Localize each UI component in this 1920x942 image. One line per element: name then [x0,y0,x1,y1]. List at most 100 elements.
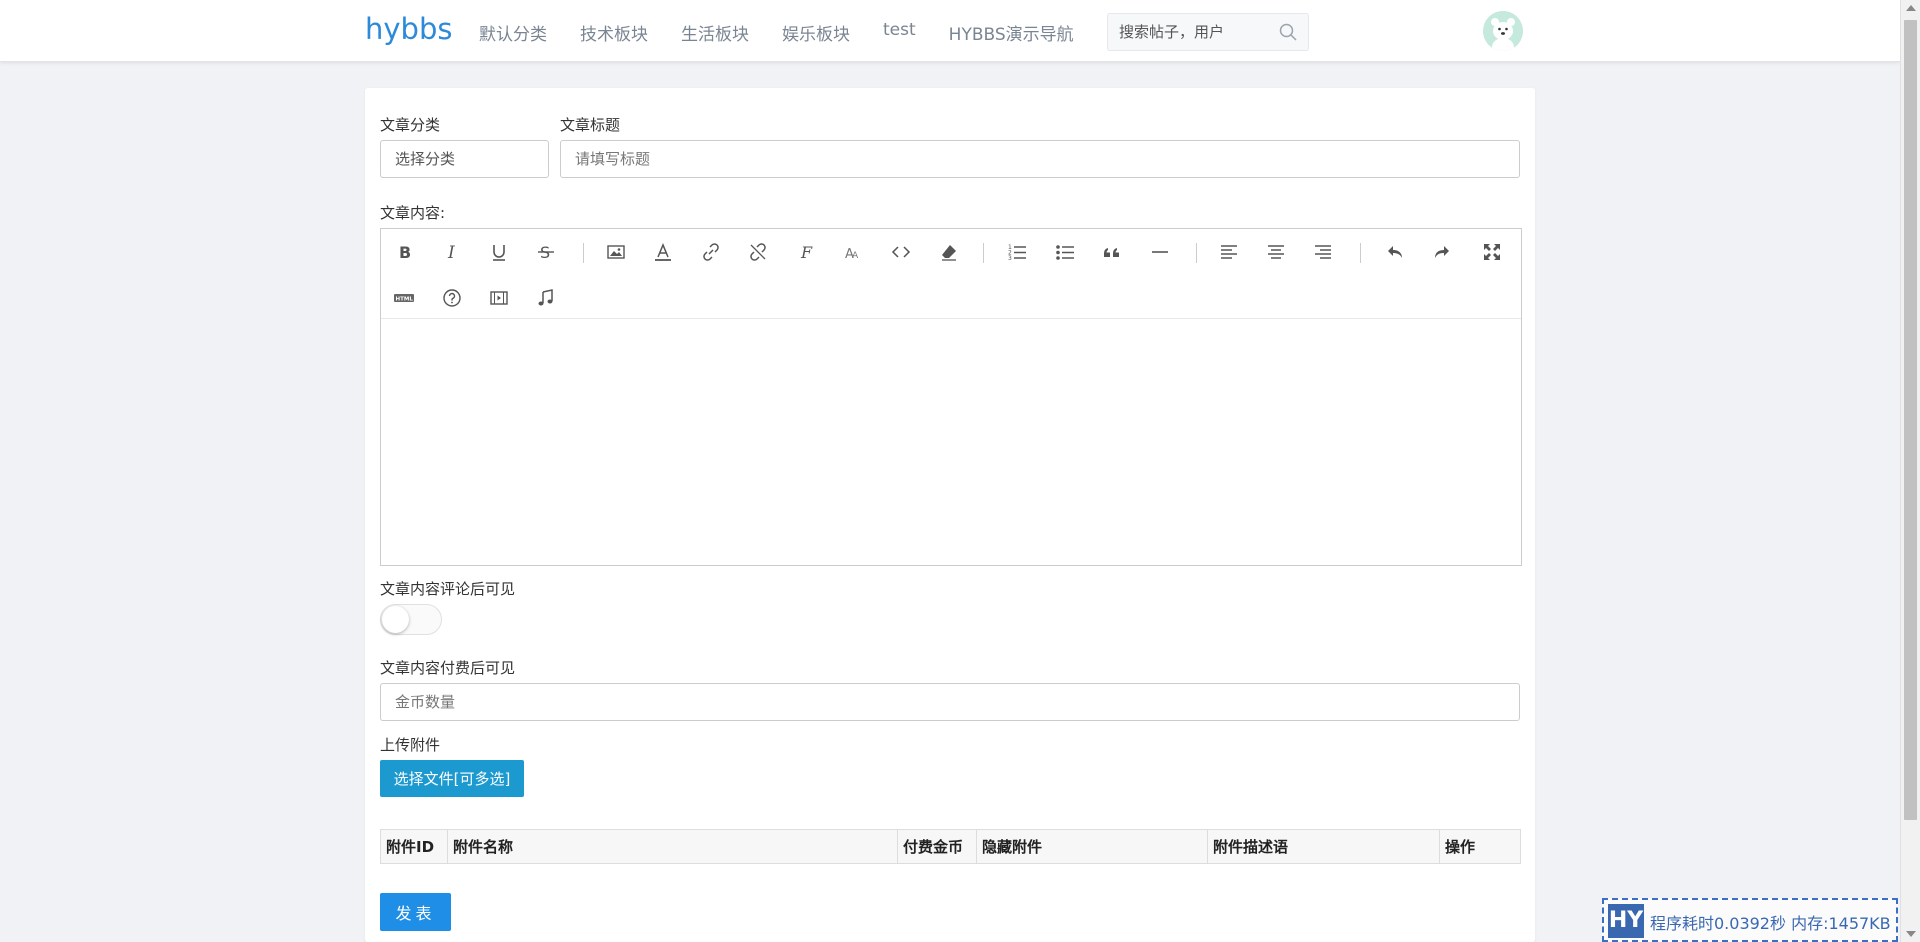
unlink-icon [750,243,766,261]
comment-visible-toggle[interactable] [380,604,442,635]
nav-item-life[interactable]: 生活板块 [681,20,749,45]
title-field-wrapper [560,140,1520,178]
undo-icon [1388,246,1402,258]
category-select[interactable]: 选择分类 [380,140,549,178]
debug-info-badge: HY 程序耗时0.0392秒 内存:1457KB [1602,898,1898,942]
code-icon [891,246,911,258]
image-icon [607,245,625,259]
code-button[interactable] [887,238,915,266]
navbar-container: hybbs 默认分类 技术板块 生活板块 娱乐板块 test HYBBS演示导航 [365,0,1525,62]
align-right-button[interactable] [1309,238,1337,266]
toolbar-divider [1196,243,1197,263]
svg-text:B: B [399,243,411,262]
svg-text:A: A [852,251,859,261]
unordered-list-icon [1056,245,1074,260]
scroll-down-arrow-icon[interactable] [1906,931,1916,937]
fullscreen-icon [1484,244,1500,260]
pay-visible-label: 文章内容付费后可见 [380,659,516,677]
video-icon [490,291,508,305]
insert-video-button[interactable] [485,284,513,312]
blockquote-button[interactable] [1098,238,1126,266]
html-source-button[interactable]: HTML [390,284,418,312]
toolbar-divider [1360,243,1361,263]
align-left-icon [1221,245,1237,259]
ordered-list-button[interactable]: 123 [1003,238,1031,266]
help-button[interactable] [438,284,466,312]
italic-button[interactable]: I [438,238,466,266]
category-select-value: 选择分类 [395,150,456,168]
nav-item-entertainment[interactable]: 娱乐板块 [782,20,850,45]
strikethrough-icon: S [538,243,554,262]
svg-text:F: F [800,243,813,262]
user-avatar[interactable] [1483,11,1523,51]
insert-music-button[interactable] [532,284,560,312]
bold-button[interactable]: B [390,238,418,266]
svg-text:3: 3 [1008,255,1012,262]
redo-button[interactable] [1428,238,1456,266]
nav-item-test[interactable]: test [883,20,916,45]
title-label: 文章标题 [560,116,621,134]
main-nav: 默认分类 技术板块 生活板块 娱乐板块 test HYBBS演示导航 [479,20,1107,45]
editor-toolbar: B I S F A A 1 2 3 HTML [381,229,1521,319]
unordered-list-button[interactable] [1051,238,1079,266]
font-family-icon: F [800,243,813,262]
underline-button[interactable] [485,238,513,266]
horizontal-rule-button[interactable] [1146,238,1174,266]
scroll-up-arrow-icon[interactable] [1906,5,1916,11]
nav-item-default-category[interactable]: 默认分类 [479,20,547,45]
upload-label: 上传附件 [380,736,441,754]
font-family-button[interactable]: F [792,238,820,266]
eraser-icon [942,245,956,261]
publish-button[interactable]: 发表 [380,893,451,931]
horizontal-rule-icon [1152,251,1168,253]
top-navbar: hybbs 默认分类 技术板块 生活板块 娱乐板块 test HYBBS演示导航 [0,0,1900,62]
font-size-button[interactable]: AA [839,238,867,266]
editor-content-area[interactable] [381,320,1521,565]
italic-icon: I [447,243,455,262]
coin-amount-input[interactable] [395,685,1519,719]
nav-item-tech[interactable]: 技术板块 [580,20,648,45]
undo-button[interactable] [1381,238,1409,266]
col-attachment-description: 附件描述语 [1207,829,1440,864]
align-center-icon [1268,245,1284,259]
nav-item-demo-nav[interactable]: HYBBS演示导航 [949,20,1074,45]
search-input[interactable] [1108,14,1268,50]
svg-text:I: I [447,243,455,262]
font-size-icon: AA [845,247,859,262]
underline-icon [493,245,505,261]
attachments-table: 附件ID 附件名称 付费金币 隐藏附件 附件描述语 操作 [380,829,1521,864]
content-label: 文章内容: [380,204,446,222]
hy-logo: HY [1608,904,1644,938]
col-actions: 操作 [1439,829,1521,864]
link-button[interactable] [697,238,725,266]
page-scrollbar[interactable] [1900,0,1920,942]
search-box [1107,13,1309,51]
clear-format-button[interactable] [935,238,963,266]
font-color-button[interactable] [649,238,677,266]
html-icon: HTML [394,294,414,303]
bold-icon: B [399,243,411,262]
toolbar-divider [583,243,584,263]
site-logo[interactable]: hybbs [365,12,452,46]
title-input[interactable] [575,142,1519,176]
debug-info-text: 程序耗时0.0392秒 内存:1457KB [1650,914,1891,933]
align-center-button[interactable] [1262,238,1290,266]
unlink-button[interactable] [744,238,772,266]
search-icon[interactable] [1278,22,1298,42]
insert-image-button[interactable] [602,238,630,266]
fullscreen-button[interactable] [1478,238,1506,266]
comment-visible-label: 文章内容评论后可见 [380,580,516,598]
scrollbar-thumb[interactable] [1904,20,1917,820]
link-icon [703,243,719,261]
select-files-button[interactable]: 选择文件[可多选] [380,760,524,797]
align-right-icon [1315,245,1331,259]
rich-text-editor: B I S F A A 1 2 3 HTML [380,228,1522,566]
col-attachment-name: 附件名称 [447,829,898,864]
quote-icon [1103,248,1119,257]
table-header-row: 附件ID 附件名称 付费金币 隐藏附件 附件描述语 操作 [380,829,1521,864]
align-left-button[interactable] [1215,238,1243,266]
font-color-icon [655,243,671,261]
strikethrough-button[interactable]: S [532,238,560,266]
category-label: 文章分类 [380,116,441,134]
music-icon [538,289,553,306]
